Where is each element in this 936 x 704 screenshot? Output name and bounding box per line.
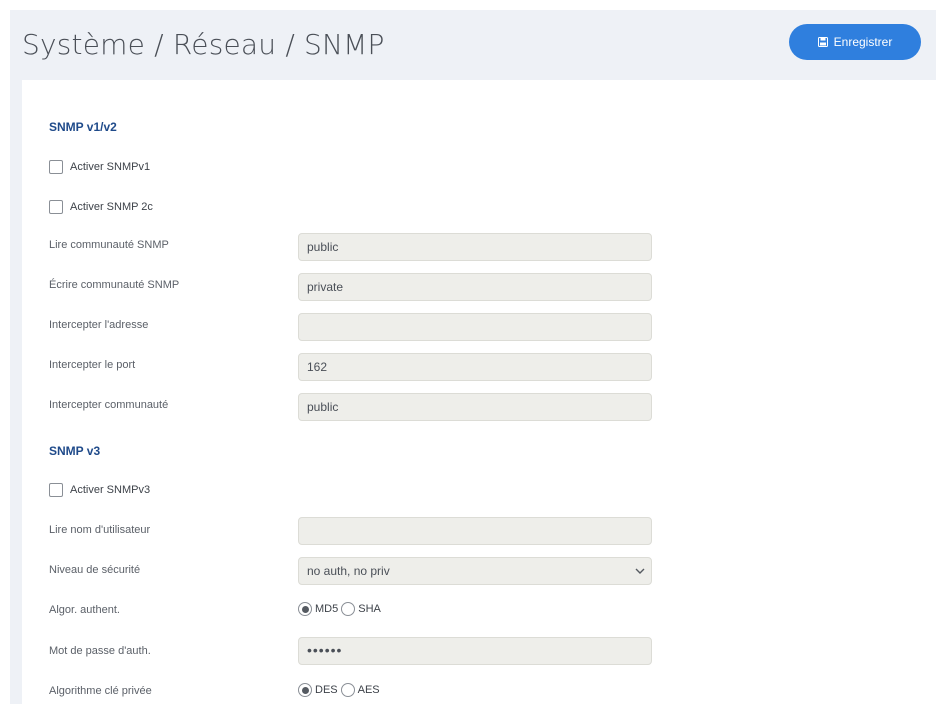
read-username-label: Lire nom d'utilisateur — [49, 524, 151, 536]
auth-algo-label: Algor. authent. — [49, 604, 120, 616]
auth-sha-radio[interactable] — [341, 602, 356, 616]
save-button-label: Enregistrer — [833, 35, 893, 49]
priv-des-radio[interactable] — [298, 683, 312, 697]
security-level-value: no auth, no priv — [307, 564, 390, 578]
section-title-snmp-v3: SNMP v3 — [49, 444, 101, 458]
enable-snmpv3-checkbox[interactable] — [49, 483, 63, 497]
read-community-label: Lire communauté SNMP — [49, 239, 169, 251]
auth-md5-label: MD5 — [315, 603, 339, 615]
enable-snmp2c-row[interactable]: Activer SNMP 2c — [49, 200, 153, 214]
write-community-input[interactable]: private — [298, 273, 652, 301]
enable-snmpv3-label: Activer SNMPv3 — [70, 484, 151, 496]
page-header: Système / Réseau / SNMP Enregistrer — [10, 10, 936, 80]
page-title: Système / Réseau / SNMP — [22, 28, 385, 61]
auth-sha-label: SHA — [358, 603, 381, 615]
priv-aes-radio[interactable] — [340, 683, 355, 697]
left-gutter — [10, 80, 22, 704]
enable-snmpv1-checkbox[interactable] — [49, 160, 63, 174]
auth-algo-group: MD5 SHA — [298, 602, 384, 616]
trap-community-label: Intercepter communauté — [49, 399, 169, 411]
section-title-snmp-v1v2: SNMP v1/v2 — [49, 120, 117, 134]
priv-algo-label: Algorithme clé privée — [49, 685, 152, 697]
auth-md5-radio[interactable] — [298, 602, 312, 616]
write-community-label: Écrire communauté SNMP — [49, 279, 180, 291]
priv-aes-label: AES — [357, 684, 380, 696]
auth-password-label: Mot de passe d'auth. — [49, 645, 151, 657]
read-username-input[interactable] — [298, 517, 652, 545]
enable-snmpv3-row[interactable]: Activer SNMPv3 — [49, 483, 150, 497]
save-button[interactable]: Enregistrer — [789, 24, 921, 60]
security-level-label: Niveau de sécurité — [49, 564, 141, 576]
trap-port-label: Intercepter le port — [49, 359, 136, 371]
security-level-select[interactable]: no auth, no priv — [298, 557, 652, 585]
trap-address-label: Intercepter l'adresse — [49, 319, 149, 331]
priv-des-label: DES — [315, 684, 338, 696]
radio-selected-dot — [301, 605, 309, 613]
trap-address-input[interactable] — [298, 313, 652, 341]
read-community-input[interactable]: public — [298, 233, 652, 261]
floppy-disk-icon — [817, 37, 828, 47]
trap-community-input[interactable]: public — [298, 393, 652, 421]
enable-snmpv1-row[interactable]: Activer SNMPv1 — [49, 160, 150, 174]
snmp-form: SNMP v1/v2 Activer SNMPv1 Activer SNMP 2… — [22, 80, 932, 704]
trap-port-input[interactable]: 162 — [298, 353, 652, 381]
radio-selected-dot — [301, 686, 309, 694]
enable-snmp2c-label: Activer SNMP 2c — [70, 201, 153, 213]
auth-password-input[interactable]: •••••• — [298, 637, 652, 665]
chevron-down-icon — [635, 568, 645, 574]
enable-snmp2c-checkbox[interactable] — [49, 200, 63, 214]
priv-algo-group: DES AES — [298, 683, 383, 697]
enable-snmpv1-label: Activer SNMPv1 — [70, 161, 151, 173]
